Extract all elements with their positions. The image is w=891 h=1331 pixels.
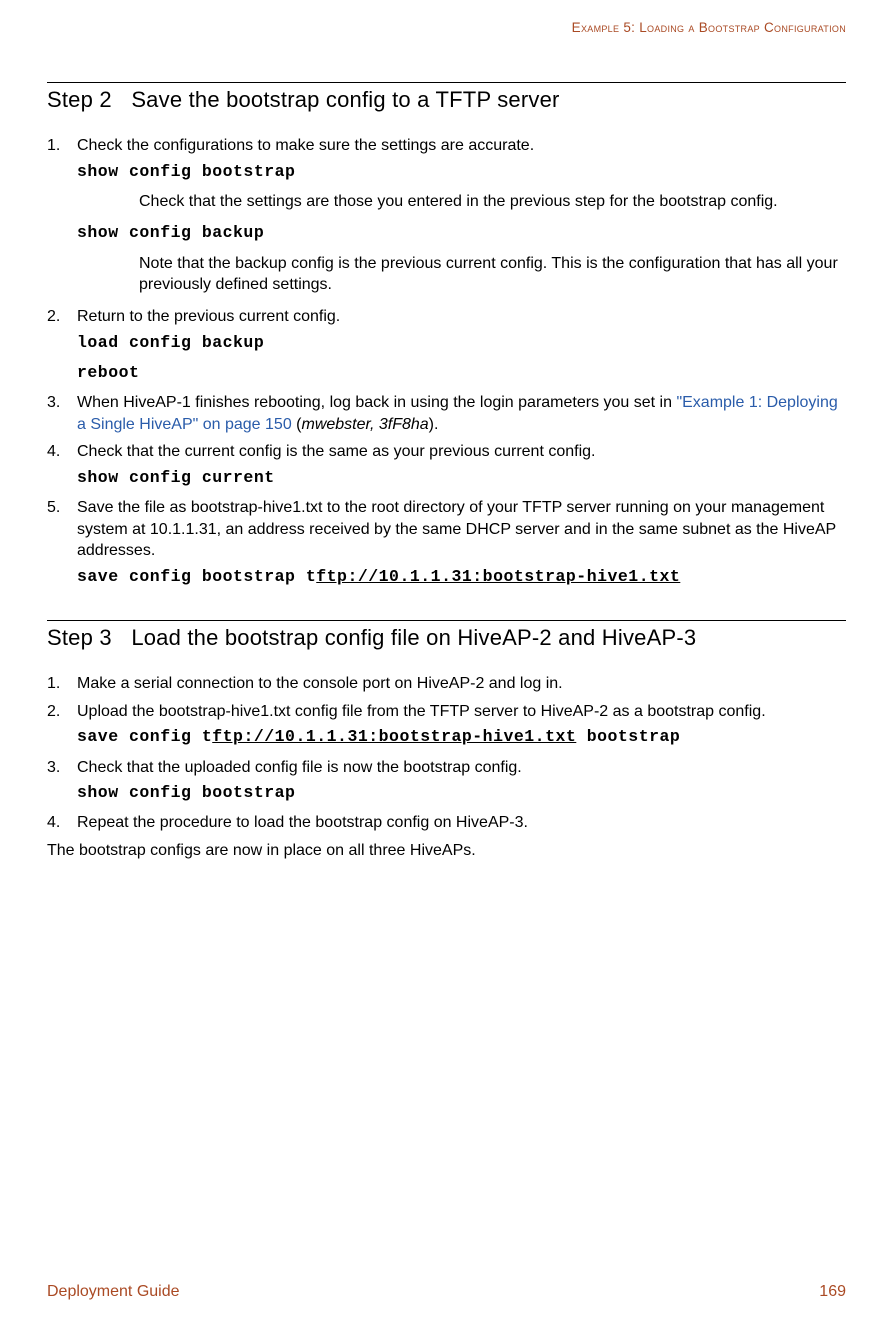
step3-number: Step 3 <box>47 625 125 651</box>
command-text: reboot <box>77 362 846 384</box>
item-text: ( <box>292 416 302 433</box>
list-item: Check that the current config is the sam… <box>47 441 846 489</box>
content-area: Step 2 Save the bootstrap config to a TF… <box>47 82 846 862</box>
command-url: ftp://10.1.1.31:bootstrap-hive1.txt <box>212 727 576 746</box>
list-item: Make a serial connection to the console … <box>47 673 846 695</box>
sub-paragraph: Check that the settings are those you en… <box>139 191 846 213</box>
step2-number: Step 2 <box>47 87 125 113</box>
item-text: Make a serial connection to the console … <box>77 675 563 692</box>
list-item: Save the file as bootstrap-hive1.txt to … <box>47 497 846 588</box>
step2-heading: Step 2 Save the bootstrap config to a TF… <box>47 87 846 113</box>
item-text: Check the configurations to make sure th… <box>77 137 534 154</box>
list-item: Check that the uploaded config file is n… <box>47 757 846 805</box>
page-footer: Deployment Guide 169 <box>47 1283 846 1301</box>
list-item: When HiveAP-1 finishes rebooting, log ba… <box>47 392 846 435</box>
section-rule <box>47 82 846 83</box>
item-text: Save the file as bootstrap-hive1.txt to … <box>77 499 836 559</box>
command-text: save config bootstrap tftp://10.1.1.31:b… <box>77 566 846 588</box>
step3-heading: Step 3 Load the bootstrap config file on… <box>47 625 846 651</box>
step3-list: Make a serial connection to the console … <box>47 673 846 834</box>
list-item: Repeat the procedure to load the bootstr… <box>47 812 846 834</box>
step2-title: Save the bootstrap config to a TFTP serv… <box>131 87 559 112</box>
footer-doc-title: Deployment Guide <box>47 1283 180 1301</box>
credentials-text: mwebster, 3fF8ha <box>302 416 429 433</box>
footer-page-number: 169 <box>819 1283 846 1301</box>
list-item: Return to the previous current config. l… <box>47 306 846 384</box>
item-text: Return to the previous current config. <box>77 308 340 325</box>
item-text: When HiveAP-1 finishes rebooting, log ba… <box>77 394 676 411</box>
command-url: ftp://10.1.1.31:bootstrap-hive1.txt <box>316 567 680 586</box>
command-text: show config bootstrap <box>77 782 846 804</box>
sub-paragraph: Note that the backup config is the previ… <box>139 253 846 296</box>
item-text: Repeat the procedure to load the bootstr… <box>77 814 528 831</box>
list-item: Upload the bootstrap-hive1.txt config fi… <box>47 701 846 749</box>
item-text: Check that the current config is the sam… <box>77 443 595 460</box>
step2-list: Check the configurations to make sure th… <box>47 135 846 588</box>
command-text: show config current <box>77 467 846 489</box>
page: Example 5: Loading a Bootstrap Configura… <box>0 0 891 1331</box>
command-text: save config tftp://10.1.1.31:bootstrap-h… <box>77 726 846 748</box>
command-suffix: bootstrap <box>576 727 680 746</box>
closing-paragraph: The bootstrap configs are now in place o… <box>47 840 846 862</box>
list-item: Check the configurations to make sure th… <box>47 135 846 296</box>
command-text: show config backup <box>77 222 846 244</box>
step3-title: Load the bootstrap config file on HiveAP… <box>131 625 696 650</box>
item-text: Check that the uploaded config file is n… <box>77 759 522 776</box>
running-header: Example 5: Loading a Bootstrap Configura… <box>572 20 846 35</box>
command-prefix: save config t <box>77 727 212 746</box>
command-text: show config bootstrap <box>77 161 846 183</box>
command-text: load config backup <box>77 332 846 354</box>
section-rule <box>47 620 846 621</box>
item-text: Upload the bootstrap-hive1.txt config fi… <box>77 703 766 720</box>
item-text: ). <box>429 416 439 433</box>
command-prefix: save config bootstrap t <box>77 567 316 586</box>
spacer <box>47 596 846 620</box>
